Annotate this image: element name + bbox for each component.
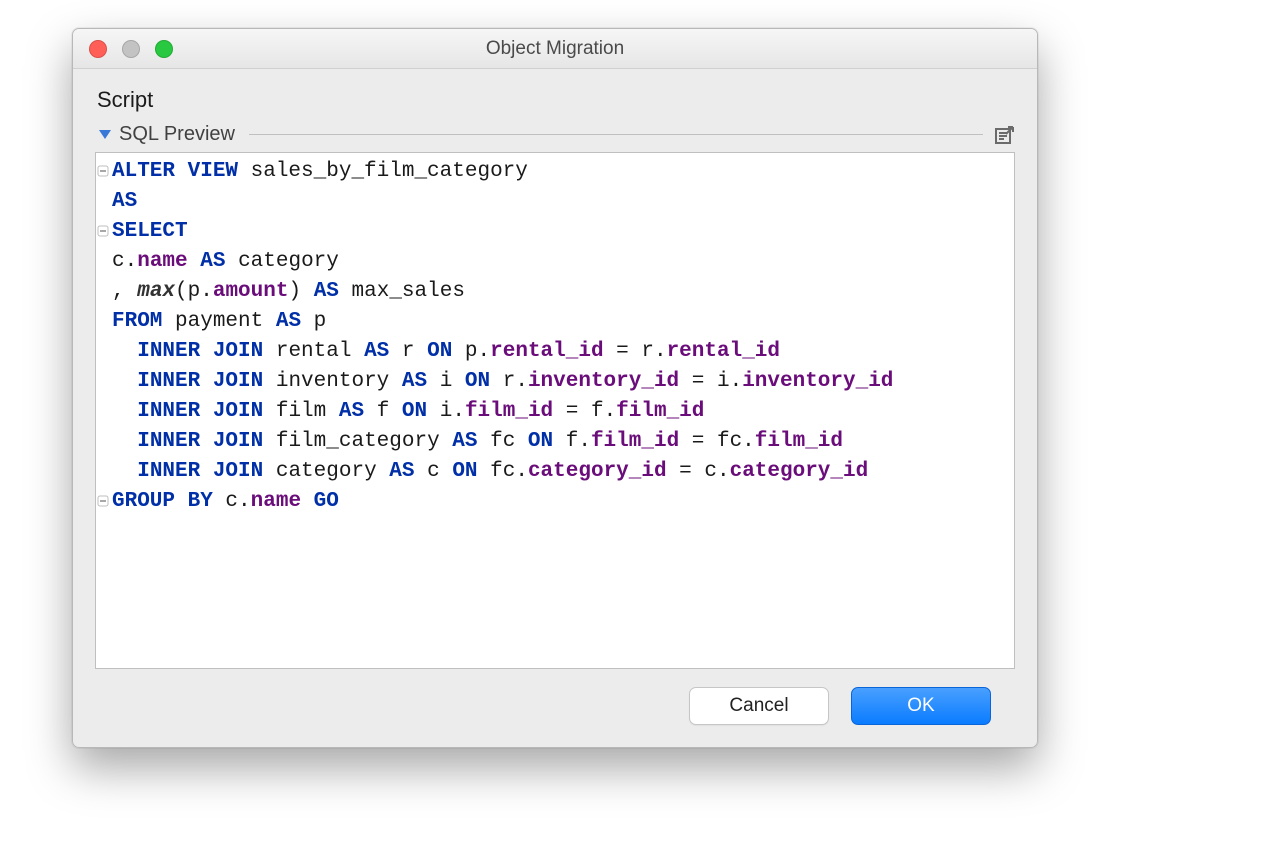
dialog-body: Script SQL Preview ALTER VIEW sales_by_f… bbox=[73, 69, 1037, 747]
sql-preview-label: SQL Preview bbox=[119, 123, 235, 146]
disclosure-triangle-icon[interactable] bbox=[99, 130, 111, 139]
fold-marker-icon[interactable] bbox=[96, 221, 110, 241]
fold-marker-icon[interactable] bbox=[96, 491, 110, 511]
dialog-window: Object Migration Script SQL Preview ALTE… bbox=[72, 28, 1038, 748]
close-icon[interactable] bbox=[89, 40, 107, 58]
editor-gutter bbox=[96, 153, 110, 668]
ok-button-label: OK bbox=[907, 695, 934, 717]
section-title-script: Script bbox=[97, 87, 1015, 113]
traffic-lights bbox=[73, 40, 173, 58]
zoom-icon[interactable] bbox=[155, 40, 173, 58]
ok-button[interactable]: OK bbox=[851, 687, 991, 725]
window-title: Object Migration bbox=[73, 38, 1037, 60]
dialog-footer: Cancel OK bbox=[95, 669, 1015, 731]
titlebar: Object Migration bbox=[73, 29, 1037, 69]
divider bbox=[249, 134, 983, 135]
fold-marker-icon[interactable] bbox=[96, 161, 110, 181]
minimize-icon bbox=[122, 40, 140, 58]
cancel-button[interactable]: Cancel bbox=[689, 687, 829, 725]
edit-in-external-icon[interactable] bbox=[993, 124, 1015, 146]
cancel-button-label: Cancel bbox=[729, 695, 788, 717]
sql-code: ALTER VIEW sales_by_film_categoryASSELEC… bbox=[112, 157, 1008, 517]
sql-editor[interactable]: ALTER VIEW sales_by_film_categoryASSELEC… bbox=[95, 152, 1015, 669]
sql-preview-header: SQL Preview bbox=[95, 123, 1015, 146]
